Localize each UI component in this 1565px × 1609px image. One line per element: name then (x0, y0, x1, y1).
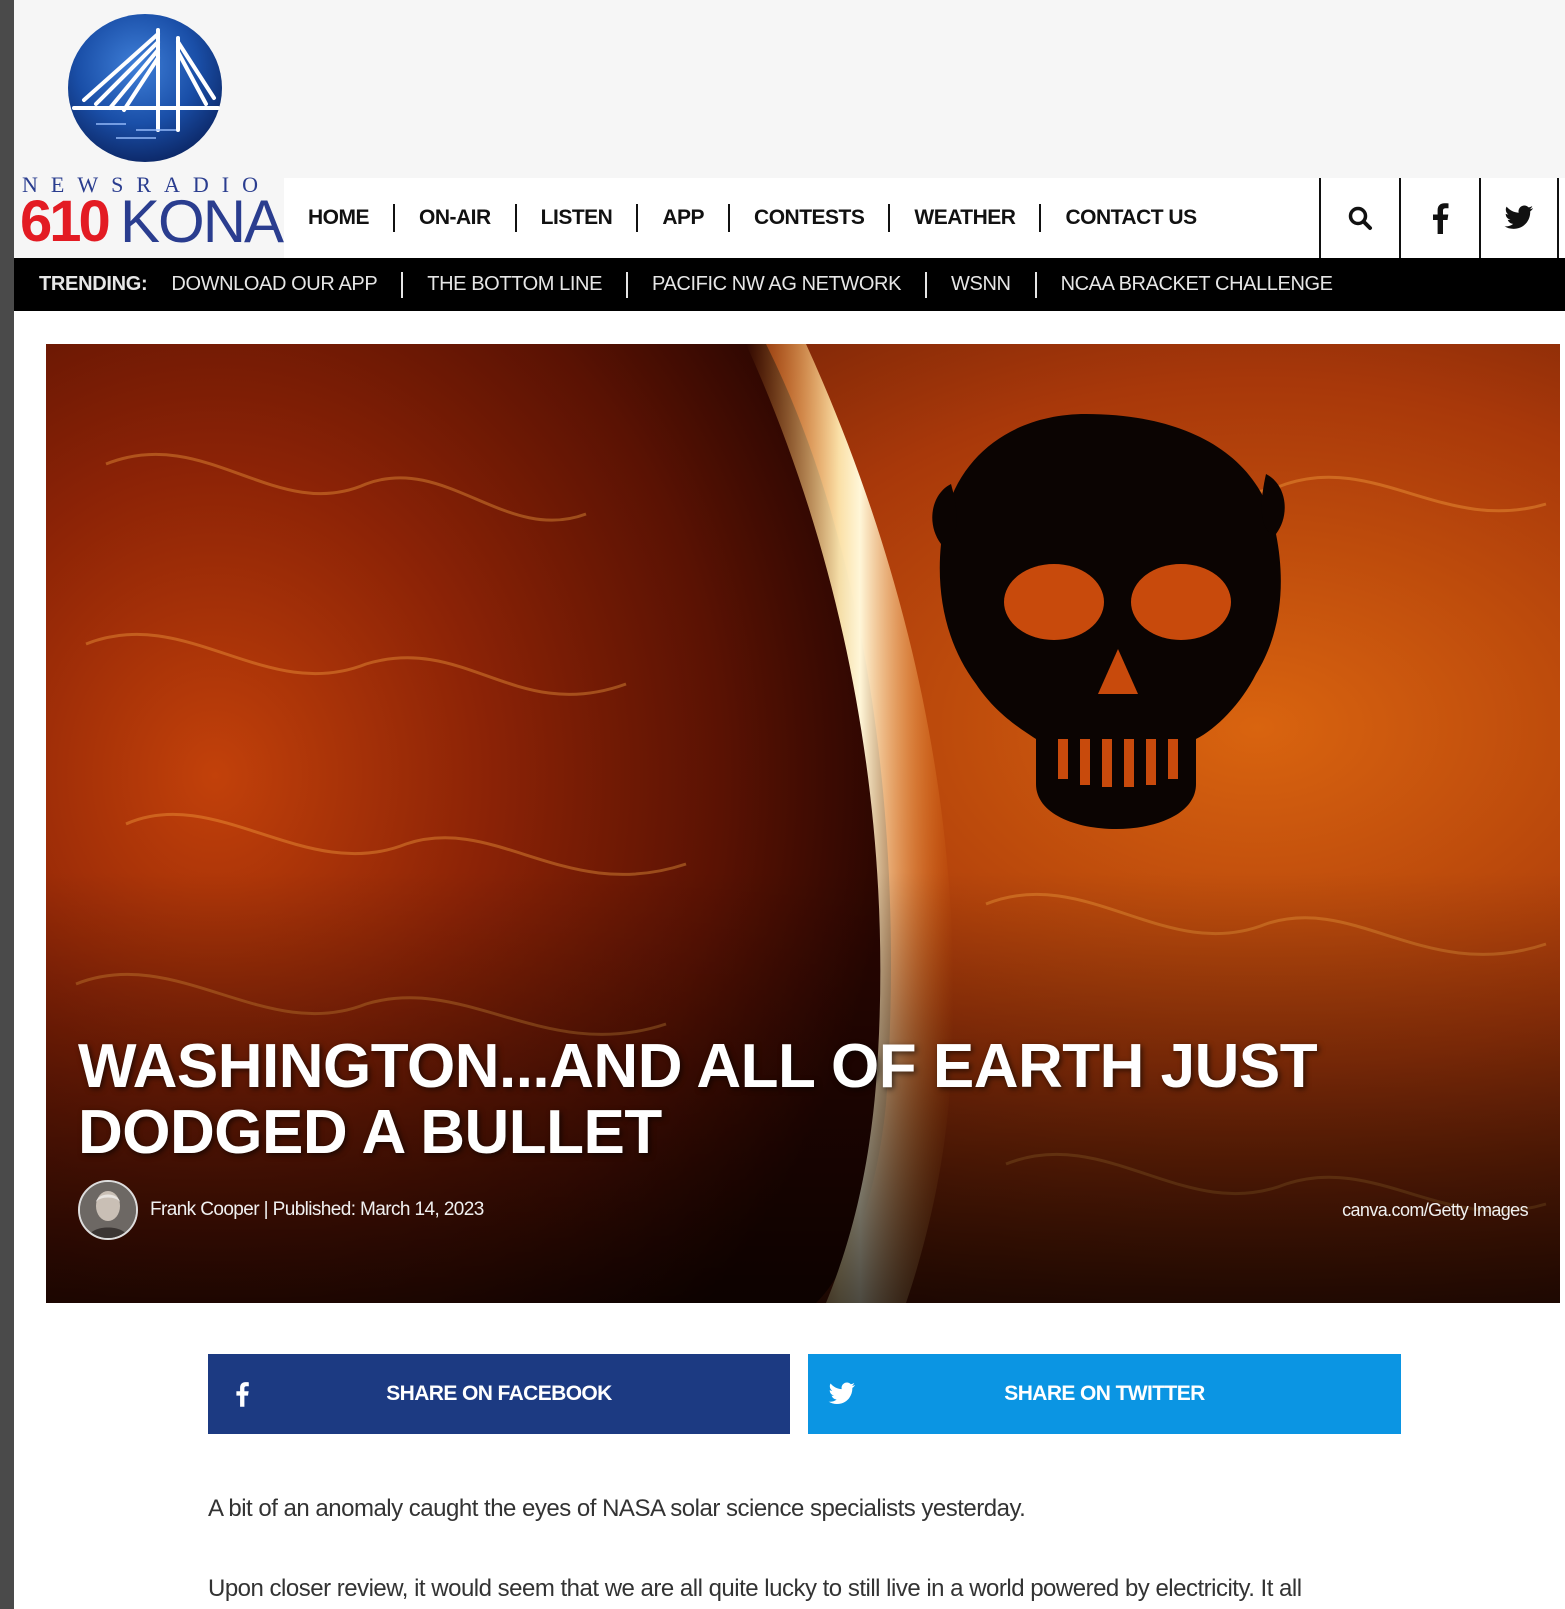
share-twitter-button[interactable]: SHARE ON TWITTER (808, 1354, 1401, 1434)
search-button[interactable] (1319, 178, 1399, 258)
nav-icon-group (1319, 178, 1559, 258)
search-icon (1348, 206, 1372, 230)
trending-link[interactable]: DOWNLOAD OUR APP (171, 273, 401, 296)
featured-image: WASHINGTON...AND ALL OF EARTH JUST DODGE… (46, 344, 1560, 1303)
trending-label: TRENDING: (39, 273, 148, 295)
logo-number: 610 (20, 189, 111, 254)
nav-item-on-air[interactable]: ON-AIR (395, 206, 515, 230)
author-and-date: Frank Cooper | Published: March 14, 2023 (150, 1199, 484, 1220)
nav-item-home[interactable]: HOME (284, 206, 393, 230)
facebook-link[interactable] (1399, 178, 1479, 258)
nav-item-contact-us[interactable]: CONTACT US (1041, 206, 1220, 230)
twitter-icon (1504, 205, 1533, 229)
image-credit: canva.com/Getty Images (1342, 1200, 1528, 1220)
page: NEWSRADIO 610 KONA HOME ON-AIR LISTEN AP… (14, 0, 1565, 1609)
article-byline: Frank Cooper | Published: March 14, 2023 (78, 1180, 484, 1240)
share-twitter-label: SHARE ON TWITTER (1004, 1382, 1205, 1405)
trending-link[interactable]: WSNN (927, 273, 1035, 296)
trending-link[interactable]: THE BOTTOM LINE (403, 273, 626, 296)
station-logo[interactable]: NEWSRADIO 610 KONA (14, 0, 284, 258)
facebook-icon (218, 1354, 266, 1434)
twitter-link[interactable] (1479, 178, 1559, 258)
article-paragraph: A bit of an anomaly caught the eyes of N… (208, 1495, 1026, 1522)
trending-link[interactable]: NCAA BRACKET CHALLENGE (1037, 273, 1357, 296)
article-title: WASHINGTON...AND ALL OF EARTH JUST DODGE… (78, 1032, 1318, 1167)
nav-item-listen[interactable]: LISTEN (517, 206, 637, 230)
main-navigation: HOME ON-AIR LISTEN APP CONTESTS WEATHER … (284, 178, 1565, 258)
author-photo-icon (80, 1182, 136, 1238)
nav-item-contests[interactable]: CONTESTS (730, 206, 888, 230)
logo-name: KONA (120, 188, 284, 255)
facebook-icon (1433, 203, 1449, 234)
share-facebook-label: SHARE ON FACEBOOK (386, 1382, 612, 1405)
author-avatar[interactable] (78, 1180, 138, 1240)
nav-menu: HOME ON-AIR LISTEN APP CONTESTS WEATHER … (284, 178, 1221, 258)
nav-item-app[interactable]: APP (638, 206, 728, 230)
trending-bar: TRENDING: DOWNLOAD OUR APP THE BOTTOM LI… (14, 258, 1565, 311)
article-paragraph: Upon closer review, it would seem that w… (208, 1575, 1302, 1602)
bridge-globe-icon (68, 14, 222, 162)
nav-item-weather[interactable]: WEATHER (890, 206, 1039, 230)
trending-link[interactable]: PACIFIC NW AG NETWORK (628, 273, 925, 296)
twitter-icon (818, 1354, 866, 1434)
share-facebook-button[interactable]: SHARE ON FACEBOOK (208, 1354, 790, 1434)
